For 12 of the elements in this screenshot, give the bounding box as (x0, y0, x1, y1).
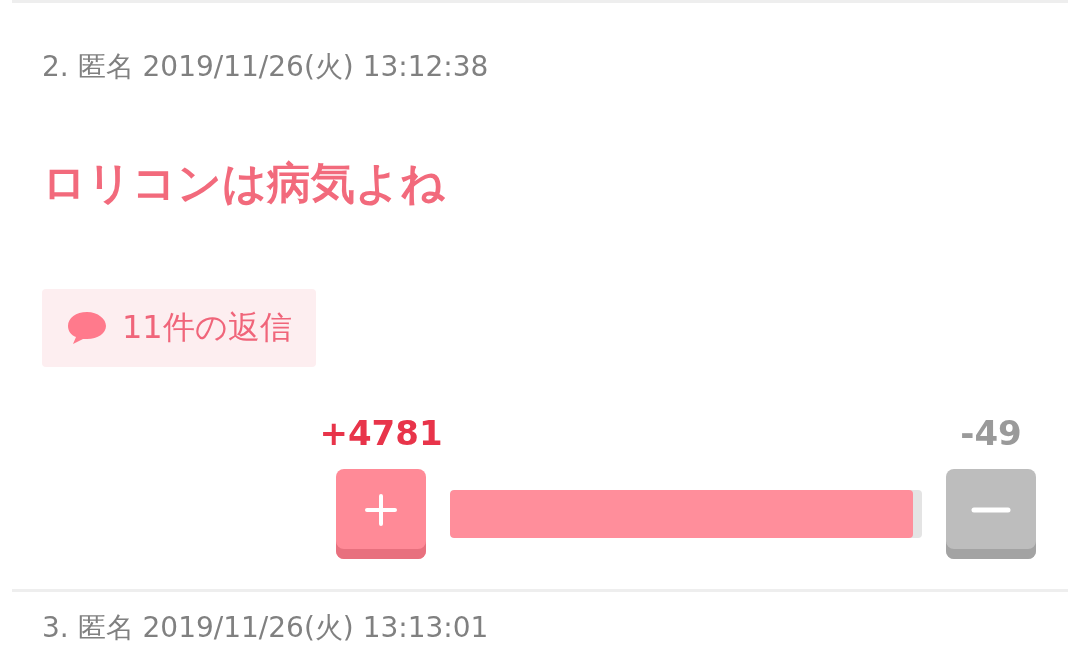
plus-count: +4781 (319, 412, 443, 455)
post-meta: 2. 匿名 2019/11/26(火) 13:12:38 (42, 49, 490, 85)
minus-count: -49 (960, 412, 1022, 455)
replies-count: 11件の返信 (122, 307, 292, 348)
replies-button[interactable]: 11件の返信 (42, 289, 316, 367)
post-meta: 3. 匿名 2019/11/26(火) 13:13:01 (42, 610, 490, 646)
speech-bubble-icon (66, 310, 108, 346)
plus-icon (365, 494, 397, 526)
post-title: ロリコンは病気よね (42, 156, 446, 210)
minus-icon (971, 507, 1011, 513)
plus-button[interactable] (336, 469, 426, 559)
minus-button[interactable] (946, 469, 1036, 559)
